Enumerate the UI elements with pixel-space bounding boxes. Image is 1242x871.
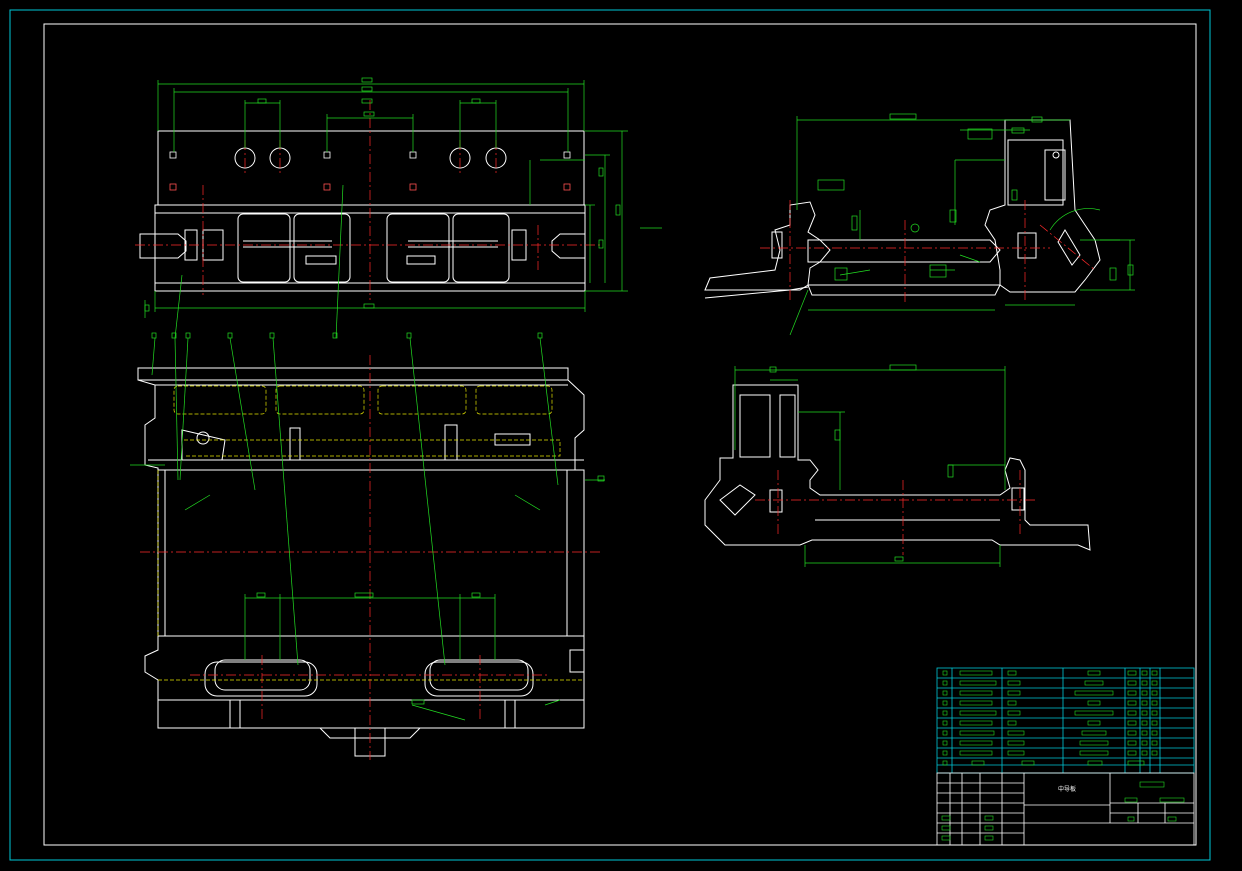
drawing-name: 中导板 (1058, 785, 1076, 793)
parts-list-table (936, 667, 1195, 774)
title-block (936, 772, 1195, 846)
plan-view (130, 332, 605, 760)
side-view-b (704, 364, 1091, 567)
side-view-a (704, 113, 1135, 336)
cad-drawing-canvas: 中导板 (9, 9, 1211, 861)
sheet-border (9, 9, 1211, 861)
front-view (135, 77, 662, 339)
front-dimension-markers (144, 77, 621, 312)
